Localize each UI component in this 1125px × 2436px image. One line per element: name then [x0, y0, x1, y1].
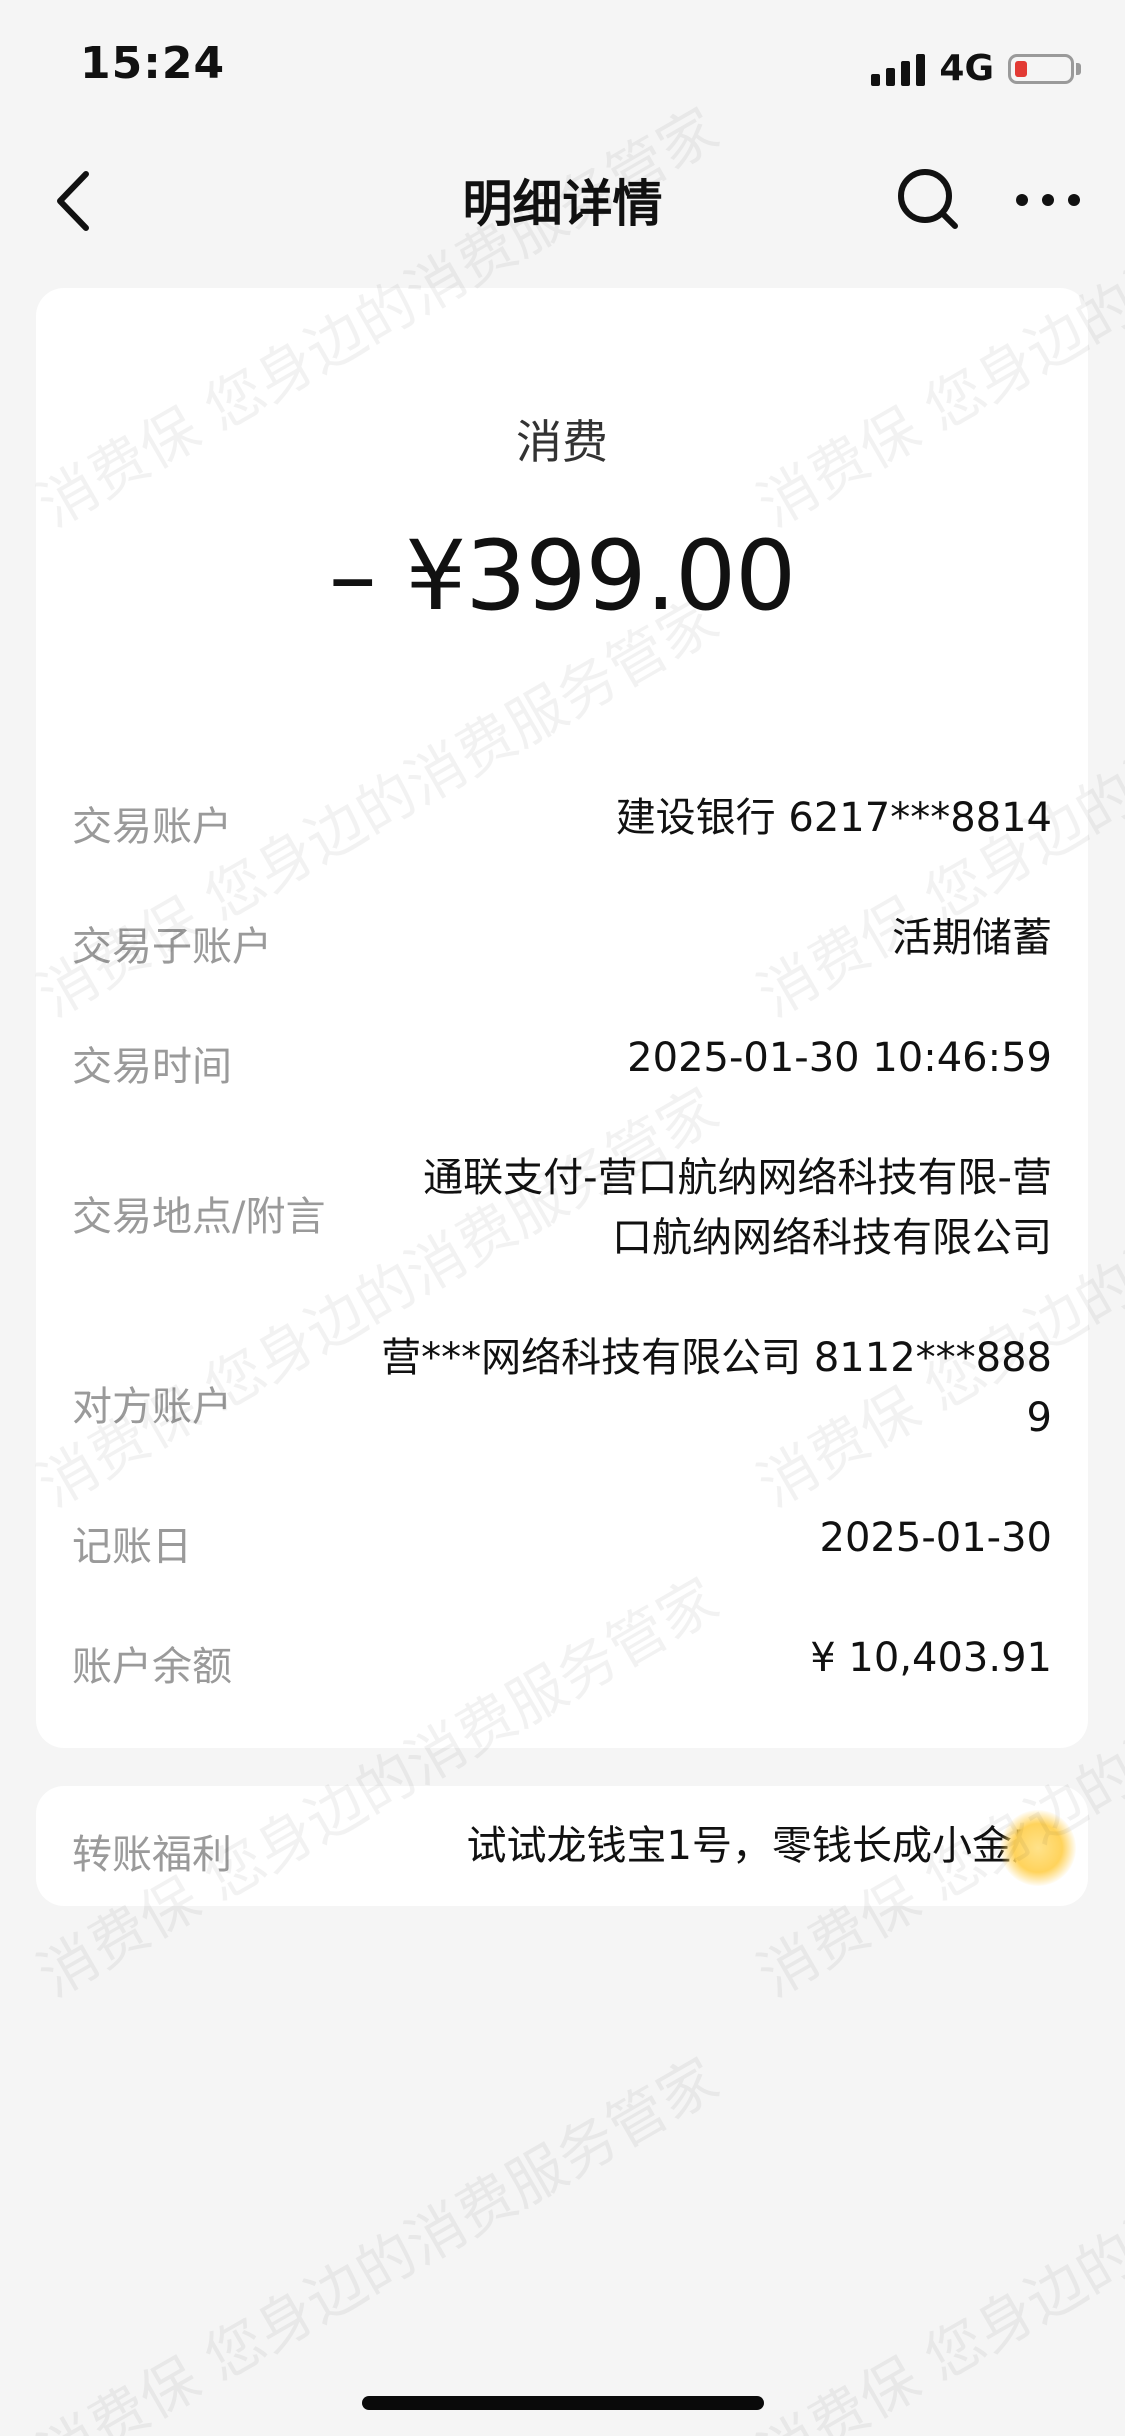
- signal-icon: [871, 52, 926, 86]
- benefit-row[interactable]: 转账福利 试试龙钱宝1号，零钱长成小金库: [72, 1816, 1052, 1878]
- more-icon: [1016, 194, 1080, 206]
- row-label: 交易账户: [72, 804, 232, 850]
- row-value: 2025-01-30 10:46:59: [627, 1035, 1052, 1081]
- row-label: 对方账户: [72, 1384, 232, 1430]
- transaction-type: 消费: [516, 415, 608, 469]
- row-label: 交易地点/附言: [72, 1194, 326, 1240]
- row-label: 交易时间: [72, 1044, 232, 1090]
- row-value-line: 9: [1026, 1395, 1052, 1441]
- row-value: 活期储蓄: [892, 915, 1052, 961]
- row-trade-location: 交易地点/附言 通联支付-营口航纳网络科技有限-营 口航纳网络科技有限公司: [72, 1148, 1052, 1268]
- search-icon: [898, 169, 958, 229]
- row-trade-account: 交易账户 建设银行 6217***8814: [72, 788, 1052, 850]
- battery-icon: [1008, 53, 1074, 84]
- status-icons: 4G: [871, 48, 1081, 89]
- row-trade-time: 交易时间 2025-01-30 10:46:59: [72, 1028, 1052, 1090]
- row-sub-account: 交易子账户 活期储蓄: [72, 908, 1052, 970]
- home-indicator[interactable]: [362, 2396, 764, 2410]
- row-label: 记账日: [72, 1524, 192, 1570]
- highlight-glow: [1000, 1810, 1076, 1886]
- benefit-link[interactable]: 试试龙钱宝1号，零钱长成小金库: [467, 1816, 1052, 1876]
- row-label: 账户余额: [72, 1644, 232, 1690]
- status-bar: 15:24 4G: [0, 0, 1125, 140]
- row-value-line: 营***网络科技有限公司 8112***888: [381, 1335, 1052, 1381]
- transaction-detail-card: 消费 – ¥399.00 交易账户 建设银行 6217***8814 交易子账户…: [36, 288, 1088, 1748]
- row-account-balance: 账户余额 ¥ 10,403.91: [72, 1628, 1052, 1690]
- row-label: 交易子账户: [72, 924, 272, 970]
- transfer-benefit-card[interactable]: 转账福利 试试龙钱宝1号，零钱长成小金库: [36, 1786, 1088, 1906]
- row-value-line: 通联支付-营口航纳网络科技有限-营: [423, 1155, 1052, 1201]
- row-counterparty-account: 对方账户 营***网络科技有限公司 8112***888 9: [72, 1328, 1052, 1448]
- watermark-text: 消费保 您身边的消费服务管家: [26, 2045, 730, 2436]
- row-value: 2025-01-30: [819, 1515, 1052, 1561]
- row-posting-date: 记账日 2025-01-30: [72, 1508, 1052, 1570]
- row-value: ¥ 10,403.91: [810, 1635, 1052, 1681]
- battery-cap: [1076, 62, 1081, 75]
- row-value: 营***网络科技有限公司 8112***888 9: [381, 1328, 1052, 1448]
- row-value: 通联支付-营口航纳网络科技有限-营 口航纳网络科技有限公司: [423, 1148, 1052, 1268]
- nav-bar: 明细详情: [0, 140, 1125, 260]
- transaction-amount: – ¥399.00: [328, 520, 797, 632]
- search-button[interactable]: [893, 164, 963, 234]
- benefit-label: 转账福利: [72, 1832, 232, 1878]
- row-value-line: 口航纳网络科技有限公司: [612, 1215, 1052, 1261]
- more-button[interactable]: [1012, 172, 1084, 228]
- status-time: 15:24: [80, 38, 226, 89]
- watermark-text: 消费保 您身边的消费服务管家: [746, 2045, 1125, 2436]
- row-value: 建设银行 6217***8814: [615, 795, 1052, 841]
- network-type: 4G: [939, 48, 994, 89]
